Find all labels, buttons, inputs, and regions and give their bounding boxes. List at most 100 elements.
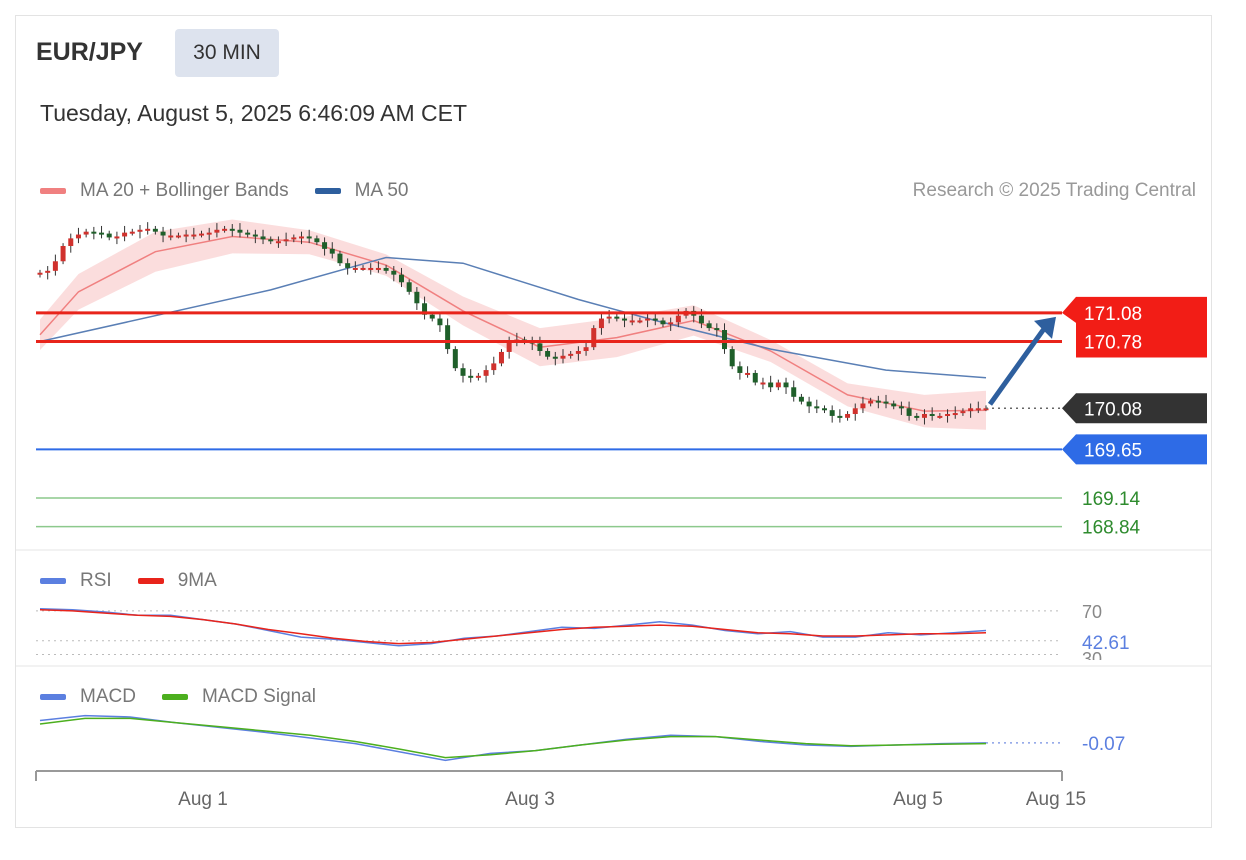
candle-body: [568, 353, 574, 356]
candle-body: [37, 272, 43, 275]
candle-body: [260, 236, 266, 240]
x-axis-label: Aug 15: [1026, 789, 1086, 810]
candle-body: [160, 231, 166, 236]
candle-body: [145, 228, 151, 231]
rsi-value-label: 42.61: [1082, 633, 1130, 654]
resistance-1-label: 171.08: [1084, 304, 1142, 325]
candle-body: [706, 323, 712, 329]
rsi-ma-line: [39, 609, 987, 645]
candle-body: [206, 232, 212, 235]
candle-body: [391, 270, 397, 275]
candle-body: [898, 406, 904, 409]
candle-body: [429, 314, 435, 319]
candle-body: [698, 315, 704, 324]
candle-body: [191, 234, 197, 237]
candle-body: [552, 356, 558, 359]
candle-body: [414, 291, 420, 304]
candle-body: [668, 322, 674, 325]
candle-body: [368, 267, 374, 270]
candle-body: [614, 316, 620, 319]
candle-body: [275, 241, 281, 244]
candle-body: [337, 253, 343, 264]
candle-body: [837, 415, 843, 418]
macd-value-label: -0.07: [1082, 734, 1125, 755]
candle-body: [199, 233, 205, 236]
candle-body: [106, 233, 112, 238]
candle-body: [637, 320, 643, 323]
candle-body: [791, 387, 797, 397]
candle-body: [506, 341, 512, 352]
pivot-label: 169.65: [1084, 440, 1142, 461]
candle-body: [783, 382, 789, 388]
candle-body: [752, 372, 758, 383]
candle-body: [322, 242, 328, 249]
candle-body: [129, 231, 135, 234]
candle-body: [152, 228, 158, 232]
candle-body: [545, 351, 551, 357]
candle-body: [445, 325, 451, 350]
candle-body: [675, 315, 681, 323]
candle-body: [860, 403, 866, 409]
candle-body: [99, 232, 105, 235]
candle-body: [891, 403, 897, 407]
candle-body: [491, 363, 497, 371]
candle-body: [398, 274, 404, 283]
candle-body: [498, 351, 504, 364]
candle-body: [737, 366, 743, 373]
trading-chart: 171.08170.78170.08169.65169.14168.847030…: [16, 219, 1211, 810]
candle-body: [45, 270, 51, 273]
candle-body: [237, 229, 243, 233]
candle-body: [645, 318, 651, 321]
candle-body: [406, 282, 412, 292]
candle-body: [329, 248, 335, 254]
candle-body: [968, 408, 974, 412]
candle-body: [68, 238, 74, 246]
candle-body: [437, 318, 443, 326]
candle-body: [175, 235, 181, 238]
candle-body: [945, 414, 951, 416]
resistance-2-label: 170.78: [1084, 332, 1142, 353]
support-1-label: 169.14: [1082, 489, 1141, 510]
candle-body: [375, 267, 381, 270]
candle-body: [245, 232, 251, 235]
bollinger-band: [40, 219, 986, 430]
candle-body: [460, 368, 466, 376]
candle-body: [798, 396, 804, 402]
macd-line: [39, 714, 987, 762]
candle-body: [760, 382, 766, 385]
candle-body: [537, 343, 543, 351]
candle-body: [137, 229, 143, 232]
candle-body: [868, 400, 874, 404]
candle-body: [906, 408, 912, 416]
candle-body: [814, 406, 820, 409]
candle-body: [168, 235, 174, 238]
x-axis-label: Aug 1: [178, 789, 228, 810]
candle-body: [483, 370, 489, 376]
candle-body: [452, 349, 458, 369]
candle-body: [806, 401, 812, 407]
candle-body: [745, 372, 751, 375]
candle-body: [52, 261, 58, 271]
candle-body: [729, 349, 735, 367]
candle-body: [229, 228, 235, 231]
candle-body: [829, 410, 835, 416]
candle-body: [360, 267, 366, 270]
candle-body: [314, 238, 320, 243]
candle-body: [921, 414, 927, 418]
candle-body: [975, 408, 981, 411]
candle-body: [468, 375, 474, 378]
candle-body: [114, 236, 120, 239]
candle-body: [821, 408, 827, 411]
candle-body: [629, 320, 635, 323]
rsi-70-label: 70: [1082, 602, 1102, 622]
candle-body: [937, 415, 943, 418]
candle-body: [345, 263, 351, 268]
candle-body: [91, 231, 97, 234]
candle-body: [122, 232, 128, 237]
candle-body: [383, 267, 389, 271]
candle-body: [75, 234, 81, 239]
candle-body: [845, 414, 851, 418]
candle-body: [622, 318, 628, 321]
candle-body: [560, 355, 566, 359]
candle-body: [591, 328, 597, 348]
